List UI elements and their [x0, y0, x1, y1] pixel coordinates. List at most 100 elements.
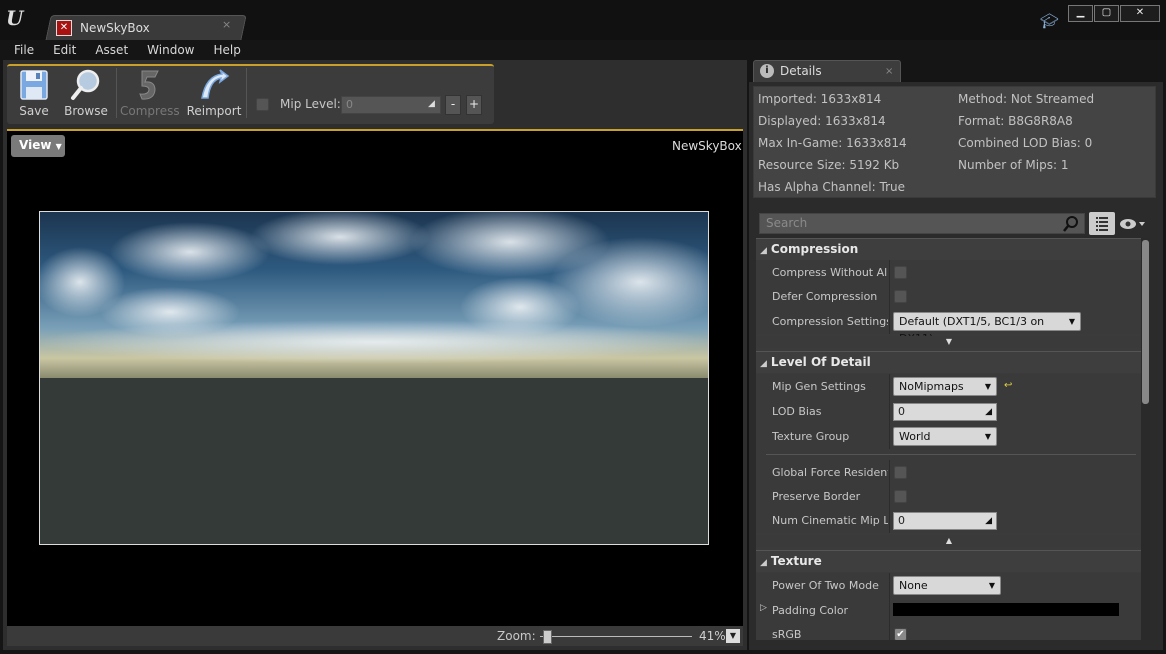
expand-arrow-icon[interactable]: ▷ [760, 603, 767, 613]
texture-asset-icon: ✕ [56, 20, 72, 36]
chevron-down-icon: ▼ [984, 382, 991, 391]
menu-bar: File Edit Asset Window Help [0, 40, 1166, 60]
property-name: Global Force Resident M [772, 466, 888, 479]
property-row: Power Of Two Mode None ▼ [756, 573, 1142, 598]
document-tab-close-icon[interactable]: × [222, 18, 231, 31]
expand-advanced-button[interactable]: ▼ [756, 336, 1142, 348]
compress-button[interactable]: Compress [120, 64, 180, 122]
view-menu-button[interactable]: View ▼ [11, 135, 65, 157]
close-window-button[interactable]: ✕ [1120, 5, 1160, 22]
column-divider[interactable] [889, 284, 890, 309]
power-of-two-dropdown[interactable]: None ▼ [893, 576, 1001, 595]
collapse-advanced-button[interactable]: ▲ [756, 535, 1142, 547]
graduation-cap-icon[interactable]: 🎓︎ [1040, 12, 1059, 30]
list-view-icon [1096, 217, 1108, 231]
menu-edit[interactable]: Edit [53, 43, 76, 57]
mip-level-input[interactable]: 0 [341, 96, 441, 114]
zoom-slider-handle[interactable] [543, 630, 552, 644]
property-name: Preserve Border [772, 490, 861, 503]
info-imported: Imported: 1633x814 [758, 92, 882, 106]
mip-level-checkbox[interactable] [256, 98, 269, 111]
property-row: ▷ Padding Color [756, 598, 1142, 623]
menu-file[interactable]: File [14, 43, 34, 57]
zoom-percentage: 41% [699, 629, 726, 643]
zoom-dropdown-icon[interactable]: ▼ [726, 629, 740, 643]
defer-compression-checkbox[interactable] [894, 290, 907, 303]
zoom-slider-track[interactable] [540, 636, 692, 637]
texture-group-dropdown[interactable]: World ▼ [893, 427, 997, 446]
menu-help[interactable]: Help [213, 43, 240, 57]
column-divider[interactable] [889, 374, 890, 399]
category-compression[interactable]: ◢ Compression [756, 238, 1142, 260]
column-divider[interactable] [889, 622, 890, 640]
property-name: Num Cinematic Mip Lev [772, 514, 888, 527]
details-tab[interactable] [753, 60, 901, 82]
texture-group-value: World [899, 430, 931, 443]
mip-gen-settings-value: NoMipmaps [899, 380, 964, 393]
num-cinematic-mip-levels-input[interactable]: 0 ◢ [893, 512, 997, 530]
column-divider[interactable] [889, 399, 890, 424]
toolbar-separator [116, 68, 117, 118]
document-tab-content: ✕ NewSkyBox [56, 15, 150, 41]
mip-increase-button[interactable]: + [466, 95, 482, 115]
column-divider[interactable] [889, 460, 890, 485]
column-divider[interactable] [889, 573, 890, 598]
save-button[interactable]: Save [6, 64, 62, 122]
info-icon: i [760, 64, 774, 78]
category-level-of-detail[interactable]: ◢ Level Of Detail [756, 351, 1142, 373]
details-tab-close-icon[interactable]: × [885, 66, 893, 77]
reset-to-default-icon[interactable]: ↩ [1004, 380, 1012, 391]
info-number-of-mips: Number of Mips: 1 [958, 158, 1069, 172]
advanced-separator [766, 454, 1136, 455]
details-search-input[interactable]: Search [759, 213, 1085, 234]
compression-settings-dropdown[interactable]: Default (DXT1/5, BC1/3 on DX11) ▼ [893, 312, 1081, 345]
srgb-checkbox[interactable]: ✔ [894, 628, 907, 640]
minimize-button[interactable]: ▁ [1068, 5, 1093, 22]
property-name: Mip Gen Settings [772, 380, 866, 393]
compress-without-alpha-checkbox[interactable] [894, 266, 907, 279]
save-icon [20, 70, 48, 100]
mip-level-label: Mip Level: [280, 97, 341, 111]
menu-window[interactable]: Window [147, 43, 194, 57]
property-name: Compression Settings [772, 315, 888, 328]
property-row: LOD Bias 0 ◢ [756, 399, 1142, 424]
menu-asset[interactable]: Asset [95, 43, 128, 57]
details-tab-title: Details [780, 64, 822, 78]
global-force-resident-checkbox[interactable] [894, 466, 907, 479]
property-row: Compression Settings Default (DXT1/5, BC… [756, 309, 1142, 345]
document-tab-title: NewSkyBox [80, 21, 150, 35]
browse-button[interactable]: Browse [58, 64, 114, 122]
list-view-button[interactable] [1089, 212, 1115, 235]
property-name: LOD Bias [772, 405, 822, 418]
info-method: Method: Not Streamed [958, 92, 1095, 106]
column-divider[interactable] [889, 484, 890, 509]
category-texture[interactable]: ◢ Texture [756, 550, 1142, 572]
column-divider[interactable] [889, 508, 890, 533]
info-combined-lod-bias: Combined LOD Bias: 0 [958, 136, 1093, 150]
lod-bias-input[interactable]: 0 ◢ [893, 403, 997, 421]
property-row: Compress Without Alph [756, 260, 1142, 285]
asset-name-label: NewSkyBox [672, 139, 742, 153]
property-name: sRGB [772, 628, 802, 640]
maximize-button[interactable]: ▢ [1094, 5, 1119, 22]
details-scrollbar-thumb[interactable] [1142, 240, 1149, 404]
padding-color-swatch[interactable] [893, 603, 1119, 616]
preserve-border-checkbox[interactable] [894, 490, 907, 503]
column-divider[interactable] [889, 260, 890, 285]
column-divider[interactable] [889, 309, 890, 334]
search-icon[interactable] [1062, 215, 1080, 233]
reimport-label: Reimport [186, 104, 242, 118]
unreal-logo-icon[interactable]: U [6, 6, 32, 32]
info-format: Format: B8G8R8A8 [958, 114, 1073, 128]
mip-gen-settings-dropdown[interactable]: NoMipmaps ▼ [893, 377, 997, 396]
compress-label: Compress [120, 104, 180, 118]
column-divider[interactable] [889, 598, 890, 623]
category-texture-title: Texture [770, 554, 822, 568]
eye-visibility-icon[interactable] [1119, 217, 1147, 231]
column-divider[interactable] [889, 424, 890, 449]
property-row: Preserve Border [756, 484, 1142, 509]
collapse-arrow-icon: ◢ [760, 558, 767, 568]
reimport-button[interactable]: Reimport [186, 64, 242, 122]
mip-decrease-button[interactable]: - [445, 95, 461, 115]
zoom-label: Zoom: [497, 629, 536, 643]
